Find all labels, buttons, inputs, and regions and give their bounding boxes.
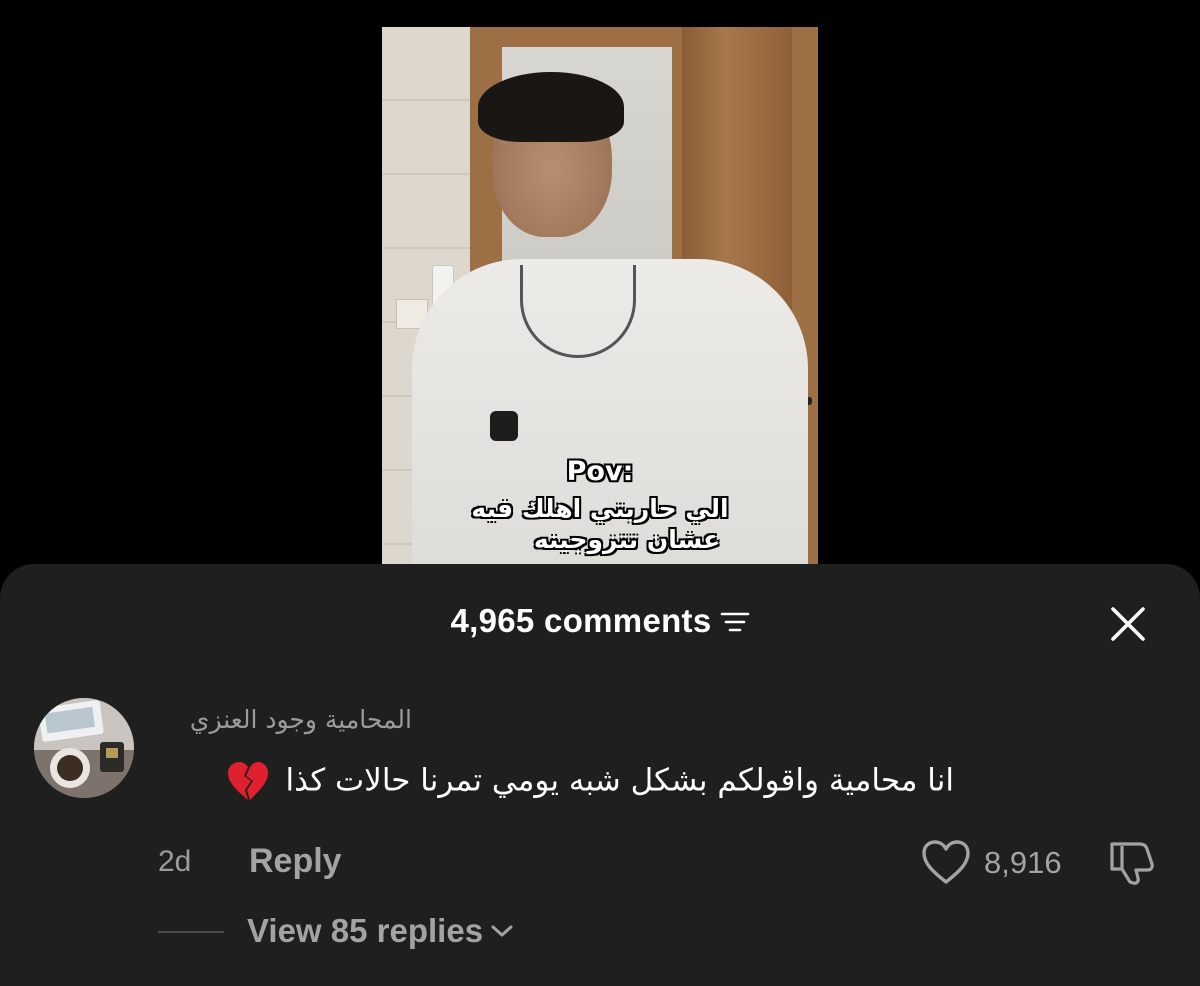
video-caption: Pov: الي حاربتي اهلك فيه عشان تتزوجينه (382, 455, 818, 555)
video-caption-line2: الي حاربتي اهلك فيه (471, 493, 729, 523)
screen: Pov: الي حاربتي اهلك فيه عشان تتزوجينه 4… (0, 0, 1200, 986)
close-icon[interactable] (1108, 604, 1148, 644)
view-replies-button[interactable]: View 85 replies (247, 912, 515, 950)
comments-sheet: 4,965 comments المحامية وجود العنزي انا … (0, 564, 1200, 986)
chevron-down-icon (491, 925, 513, 937)
comment-body: انا محامية واقولكم بشكل شبه يومي تمرنا ح… (285, 762, 954, 799)
thumbs-down-icon[interactable] (1106, 836, 1158, 888)
heart-outline-icon[interactable] (920, 838, 972, 886)
video-caption-line3: عشان تتزوجينه (533, 525, 721, 554)
comment-age: 2d (158, 845, 192, 878)
avatar[interactable] (34, 698, 134, 798)
comments-count: 4,965 comments (450, 602, 712, 639)
broken-heart-emoji (227, 762, 268, 800)
comment-text: انا محامية واقولكم بشكل شبه يومي تمرنا ح… (226, 760, 954, 804)
comments-header: 4,965 comments (0, 602, 1200, 646)
comment-author[interactable]: المحامية وجود العنزي (190, 705, 412, 734)
video-player[interactable]: Pov: الي حاربتي اهلك فيه عشان تتزوجينه (382, 27, 818, 587)
video-person-hair (478, 72, 624, 142)
avatar-image (34, 698, 134, 798)
reply-button[interactable]: Reply (249, 842, 342, 881)
video-lapel-mic (490, 411, 518, 441)
video-caption-line1: Pov: (566, 456, 634, 487)
replies-divider (158, 931, 224, 933)
sort-icon[interactable] (720, 610, 750, 634)
view-replies-label: View 85 replies (247, 912, 484, 949)
like-count: 8,916 (984, 845, 1062, 880)
